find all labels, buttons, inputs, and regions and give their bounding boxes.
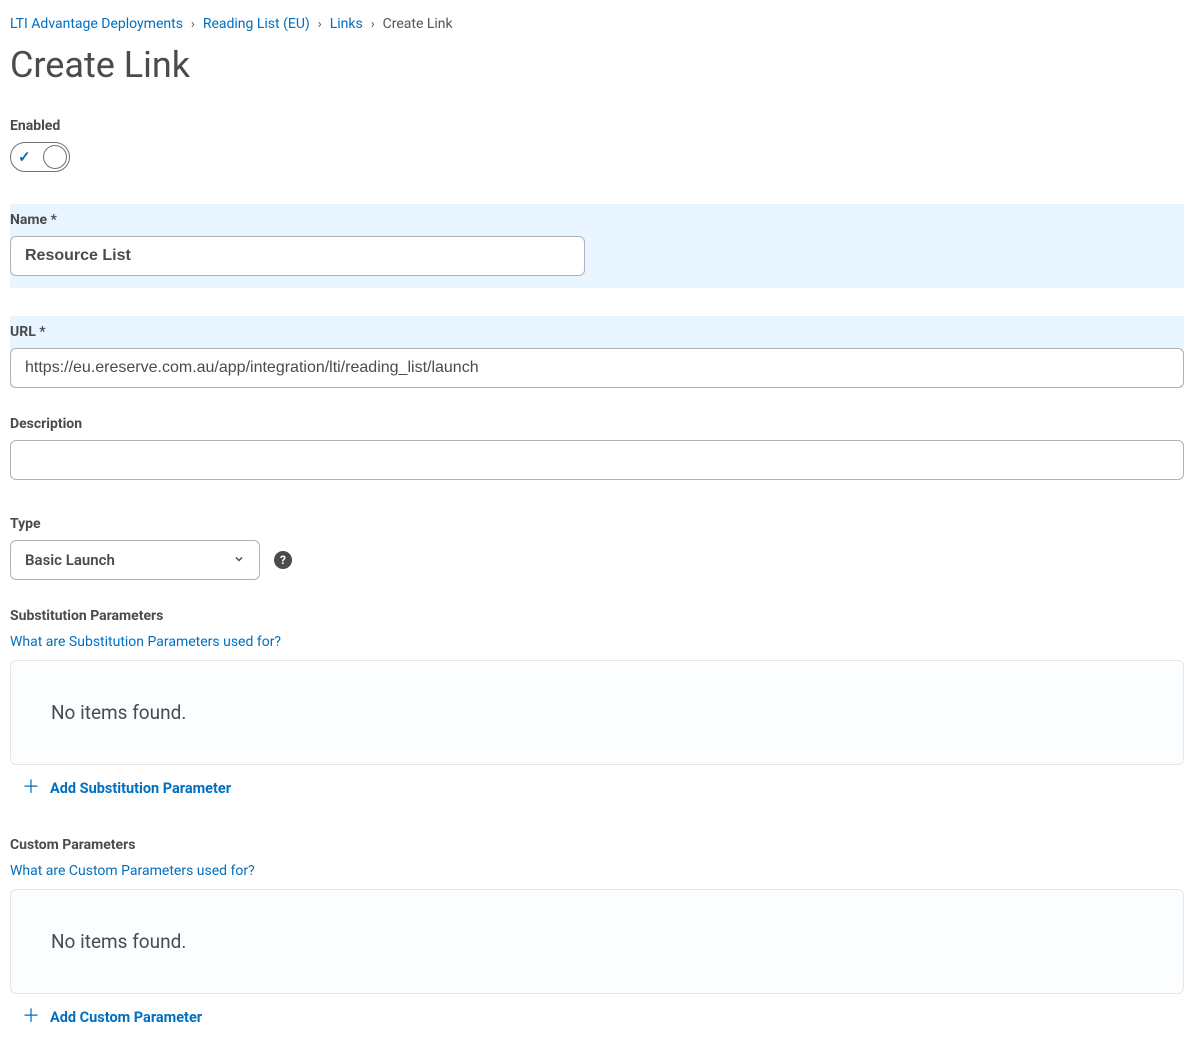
breadcrumb: LTI Advantage Deployments › Reading List…: [10, 10, 1184, 32]
custom-info-link[interactable]: What are Custom Parameters used for?: [10, 863, 255, 879]
substitution-parameters-section: Substitution Parameters What are Substit…: [10, 608, 1184, 797]
help-icon[interactable]: ?: [274, 551, 292, 569]
breadcrumb-lti-advantage-deployments[interactable]: LTI Advantage Deployments: [10, 16, 183, 32]
name-field: Name *: [10, 204, 1184, 288]
enabled-toggle[interactable]: ✓: [10, 142, 70, 172]
type-select-value: Basic Launch: [25, 551, 115, 569]
description-label: Description: [10, 416, 1184, 432]
url-field: URL *: [10, 316, 1184, 388]
description-input[interactable]: [10, 440, 1184, 480]
custom-empty-text: No items found.: [51, 930, 186, 953]
substitution-empty-text: No items found.: [51, 701, 186, 724]
custom-parameters-section: Custom Parameters What are Custom Parame…: [10, 837, 1184, 1026]
add-substitution-parameter-button[interactable]: ＋ Add Substitution Parameter: [10, 779, 231, 797]
substitution-panel: No items found.: [10, 660, 1184, 765]
plus-icon: ＋: [22, 779, 40, 797]
add-custom-label: Add Custom Parameter: [50, 1009, 202, 1026]
chevron-right-icon: ›: [318, 17, 322, 32]
chevron-right-icon: ›: [371, 17, 375, 32]
url-label: URL *: [10, 324, 1184, 340]
custom-panel: No items found.: [10, 889, 1184, 994]
url-input[interactable]: [10, 348, 1184, 388]
check-icon: ✓: [18, 148, 31, 166]
description-field: Description: [10, 416, 1184, 480]
plus-icon: ＋: [22, 1008, 40, 1026]
breadcrumb-current: Create Link: [383, 16, 453, 32]
page-title: Create Link: [10, 44, 1184, 86]
enabled-label: Enabled: [10, 118, 1184, 134]
type-select[interactable]: Basic Launch: [10, 540, 260, 580]
chevron-down-icon: [233, 551, 245, 569]
substitution-info-link[interactable]: What are Substitution Parameters used fo…: [10, 634, 281, 650]
enabled-field: Enabled ✓: [10, 118, 1184, 176]
type-label: Type: [10, 516, 1184, 532]
chevron-right-icon: ›: [191, 17, 195, 32]
add-custom-parameter-button[interactable]: ＋ Add Custom Parameter: [10, 1008, 202, 1026]
type-field: Type Basic Launch ?: [10, 516, 1184, 580]
name-input[interactable]: [10, 236, 585, 276]
breadcrumb-reading-list-eu[interactable]: Reading List (EU): [203, 16, 310, 32]
add-substitution-label: Add Substitution Parameter: [50, 780, 231, 797]
custom-title: Custom Parameters: [10, 837, 1184, 853]
name-label: Name *: [10, 212, 1184, 228]
breadcrumb-links[interactable]: Links: [330, 16, 363, 32]
toggle-knob: [43, 145, 67, 169]
substitution-title: Substitution Parameters: [10, 608, 1184, 624]
